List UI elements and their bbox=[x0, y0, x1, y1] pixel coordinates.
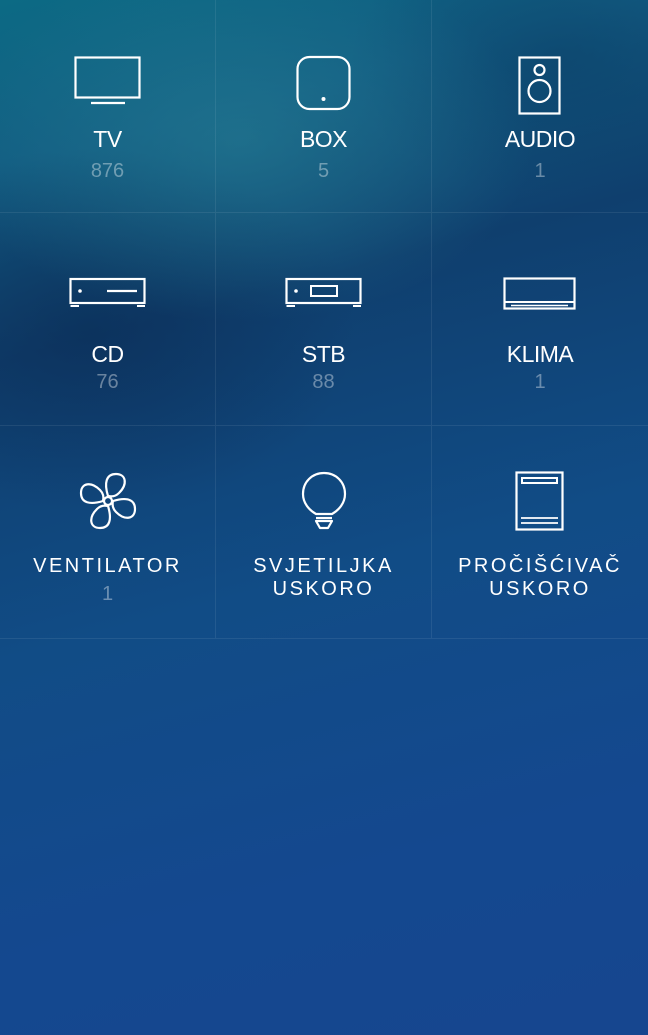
device-count: 5 bbox=[317, 160, 330, 182]
device-count: 1 bbox=[101, 583, 114, 605]
set-top-box-icon bbox=[216, 277, 431, 309]
device-label: VENTILATOR bbox=[33, 555, 182, 577]
fan-icon bbox=[0, 471, 215, 531]
device-tile-tv[interactable]: TV 876 bbox=[0, 0, 216, 213]
device-count: 1 bbox=[534, 160, 546, 182]
air-purifier-icon bbox=[432, 471, 648, 533]
device-label: TV bbox=[93, 126, 122, 152]
device-tile-klima[interactable]: KLIMA 1 bbox=[432, 213, 648, 426]
device-count: 876 bbox=[90, 160, 125, 182]
device-label: SVJETILJKA bbox=[253, 555, 394, 577]
device-tile-svjetiljka[interactable]: SVJETILJKA USKORO bbox=[216, 426, 432, 639]
device-label: AUDIO bbox=[504, 126, 576, 152]
device-label-group: SVJETILJKA USKORO bbox=[216, 555, 431, 601]
device-status-label: USKORO bbox=[489, 578, 591, 600]
device-tile-stb[interactable]: STB 88 bbox=[216, 213, 432, 426]
device-count: 76 bbox=[96, 371, 119, 393]
cd-player-icon bbox=[0, 277, 215, 309]
speaker-icon bbox=[432, 56, 648, 116]
device-tile-prociscivac[interactable]: PROČIŠĆIVAČ USKORO bbox=[432, 426, 648, 639]
air-conditioner-icon bbox=[432, 277, 648, 313]
device-label: PROČIŠĆIVAČ bbox=[458, 555, 622, 577]
device-label: BOX bbox=[299, 126, 348, 152]
device-tile-audio[interactable]: AUDIO 1 bbox=[432, 0, 648, 213]
box-icon bbox=[216, 55, 431, 112]
device-label: CD bbox=[91, 341, 124, 367]
device-status-label: USKORO bbox=[272, 578, 375, 600]
tv-icon bbox=[0, 56, 215, 106]
device-grid: TV 876 BOX 5 AUDIO 1 CD 76 STB 88 KLIMA … bbox=[0, 0, 648, 639]
light-bulb-icon bbox=[216, 471, 431, 533]
device-label-group: PROČIŠĆIVAČ USKORO bbox=[432, 555, 648, 601]
device-count: 88 bbox=[312, 371, 335, 393]
device-tile-cd[interactable]: CD 76 bbox=[0, 213, 216, 426]
device-label: STB bbox=[301, 341, 346, 367]
device-label: KLIMA bbox=[506, 341, 574, 367]
device-count: 1 bbox=[534, 371, 546, 393]
device-tile-ventilator[interactable]: VENTILATOR 1 bbox=[0, 426, 216, 639]
device-tile-box[interactable]: BOX 5 bbox=[216, 0, 432, 213]
